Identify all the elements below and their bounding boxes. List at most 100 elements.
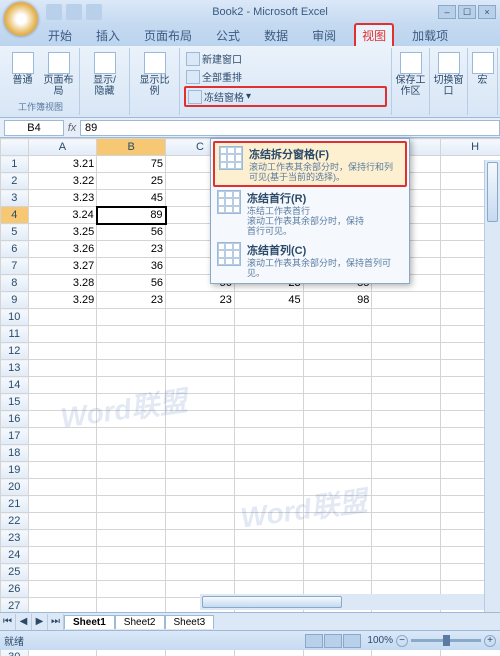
cell-D18[interactable] xyxy=(234,445,303,462)
freeze-first-column-item[interactable]: 冻结首列(C)滚动工作表其余部分时，保持首列可见。 xyxy=(213,239,407,281)
minimize-button[interactable]: – xyxy=(438,5,456,19)
cell-E23[interactable] xyxy=(303,530,372,547)
cell-D15[interactable] xyxy=(234,394,303,411)
cell-C11[interactable] xyxy=(166,326,235,343)
cell-D25[interactable] xyxy=(234,564,303,581)
cell-A10[interactable] xyxy=(28,309,97,326)
cell-G13[interactable] xyxy=(372,360,441,377)
formula-bar[interactable]: 89 xyxy=(80,120,500,136)
sheet-tab-3[interactable]: Sheet3 xyxy=(165,615,215,629)
switch-windows-button[interactable]: 切换窗口 xyxy=(431,50,467,99)
column-header-B[interactable]: B xyxy=(97,139,166,156)
row-header-11[interactable]: 11 xyxy=(1,326,29,343)
cell-C15[interactable] xyxy=(166,394,235,411)
qat-save-icon[interactable] xyxy=(46,4,62,20)
cell-B12[interactable] xyxy=(97,343,166,360)
name-box[interactable]: B4 xyxy=(4,120,64,136)
cell-G12[interactable] xyxy=(372,343,441,360)
cell-G18[interactable] xyxy=(372,445,441,462)
row-header-12[interactable]: 12 xyxy=(1,343,29,360)
cell-C9[interactable]: 23 xyxy=(166,292,235,309)
cell-G19[interactable] xyxy=(372,462,441,479)
zoom-in-button[interactable]: + xyxy=(484,635,496,647)
cell-D9[interactable]: 45 xyxy=(234,292,303,309)
sheet-nav-last-icon[interactable]: ⏭ xyxy=(48,614,64,630)
cell-A16[interactable] xyxy=(28,411,97,428)
cell-A8[interactable]: 3.28 xyxy=(28,275,97,292)
row-header-14[interactable]: 14 xyxy=(1,377,29,394)
cell-E9[interactable]: 98 xyxy=(303,292,372,309)
cell-D17[interactable] xyxy=(234,428,303,445)
cell-G9[interactable] xyxy=(372,292,441,309)
cell-C19[interactable] xyxy=(166,462,235,479)
row-header-18[interactable]: 18 xyxy=(1,445,29,462)
cell-E14[interactable] xyxy=(303,377,372,394)
office-button[interactable] xyxy=(4,2,38,36)
cell-A1[interactable]: 3.21 xyxy=(28,156,97,173)
cell-A11[interactable] xyxy=(28,326,97,343)
cell-A22[interactable] xyxy=(28,513,97,530)
zoom-out-button[interactable]: − xyxy=(396,635,408,647)
normal-view-button[interactable]: 普通 xyxy=(5,50,41,99)
row-header-23[interactable]: 23 xyxy=(1,530,29,547)
cell-A13[interactable] xyxy=(28,360,97,377)
cell-B2[interactable]: 25 xyxy=(97,173,166,190)
tab-formulas[interactable]: 公式 xyxy=(210,25,246,46)
fx-icon[interactable]: fx xyxy=(64,122,80,134)
row-header-2[interactable]: 2 xyxy=(1,173,29,190)
cell-B5[interactable]: 56 xyxy=(97,224,166,241)
view-layout-icon[interactable] xyxy=(324,634,342,648)
cell-C25[interactable] xyxy=(166,564,235,581)
row-header-8[interactable]: 8 xyxy=(1,275,29,292)
row-header-13[interactable]: 13 xyxy=(1,360,29,377)
row-header-22[interactable]: 22 xyxy=(1,513,29,530)
cell-C20[interactable] xyxy=(166,479,235,496)
row-header-20[interactable]: 20 xyxy=(1,479,29,496)
cell-A5[interactable]: 3.25 xyxy=(28,224,97,241)
cell-A9[interactable]: 3.29 xyxy=(28,292,97,309)
cell-C22[interactable] xyxy=(166,513,235,530)
cell-A20[interactable] xyxy=(28,479,97,496)
cell-A14[interactable] xyxy=(28,377,97,394)
cell-E25[interactable] xyxy=(303,564,372,581)
row-header-5[interactable]: 5 xyxy=(1,224,29,241)
cell-E24[interactable] xyxy=(303,547,372,564)
cell-A3[interactable]: 3.23 xyxy=(28,190,97,207)
cell-D21[interactable] xyxy=(234,496,303,513)
cell-E13[interactable] xyxy=(303,360,372,377)
cell-B10[interactable] xyxy=(97,309,166,326)
qat-undo-icon[interactable] xyxy=(66,4,82,20)
close-button[interactable]: × xyxy=(478,5,496,19)
row-header-19[interactable]: 19 xyxy=(1,462,29,479)
cell-B26[interactable] xyxy=(97,581,166,598)
cell-B25[interactable] xyxy=(97,564,166,581)
cell-E20[interactable] xyxy=(303,479,372,496)
sheet-tab-1[interactable]: Sheet1 xyxy=(64,615,115,629)
cell-C14[interactable] xyxy=(166,377,235,394)
qat-redo-icon[interactable] xyxy=(86,4,102,20)
show-hide-button[interactable]: 显示/隐藏 xyxy=(87,50,123,99)
cell-G24[interactable] xyxy=(372,547,441,564)
maximize-button[interactable]: ☐ xyxy=(458,5,476,19)
cell-B1[interactable]: 75 xyxy=(97,156,166,173)
cell-A19[interactable] xyxy=(28,462,97,479)
tab-view[interactable]: 视图 xyxy=(354,23,394,46)
cell-D12[interactable] xyxy=(234,343,303,360)
tab-insert[interactable]: 插入 xyxy=(90,25,126,46)
cell-A21[interactable] xyxy=(28,496,97,513)
horizontal-scrollbar[interactable] xyxy=(200,594,484,610)
cell-A18[interactable] xyxy=(28,445,97,462)
row-header-17[interactable]: 17 xyxy=(1,428,29,445)
row-header-25[interactable]: 25 xyxy=(1,564,29,581)
cell-A23[interactable] xyxy=(28,530,97,547)
cell-E22[interactable] xyxy=(303,513,372,530)
cell-B21[interactable] xyxy=(97,496,166,513)
cell-E17[interactable] xyxy=(303,428,372,445)
cell-D10[interactable] xyxy=(234,309,303,326)
cell-C23[interactable] xyxy=(166,530,235,547)
cell-B13[interactable] xyxy=(97,360,166,377)
column-header-A[interactable]: A xyxy=(28,139,97,156)
row-header-24[interactable]: 24 xyxy=(1,547,29,564)
row-header-15[interactable]: 15 xyxy=(1,394,29,411)
freeze-top-row-item[interactable]: 冻结首行(R)冻结工作表首行滚动工作表其余部分时，保持首行可见。 xyxy=(213,187,407,239)
